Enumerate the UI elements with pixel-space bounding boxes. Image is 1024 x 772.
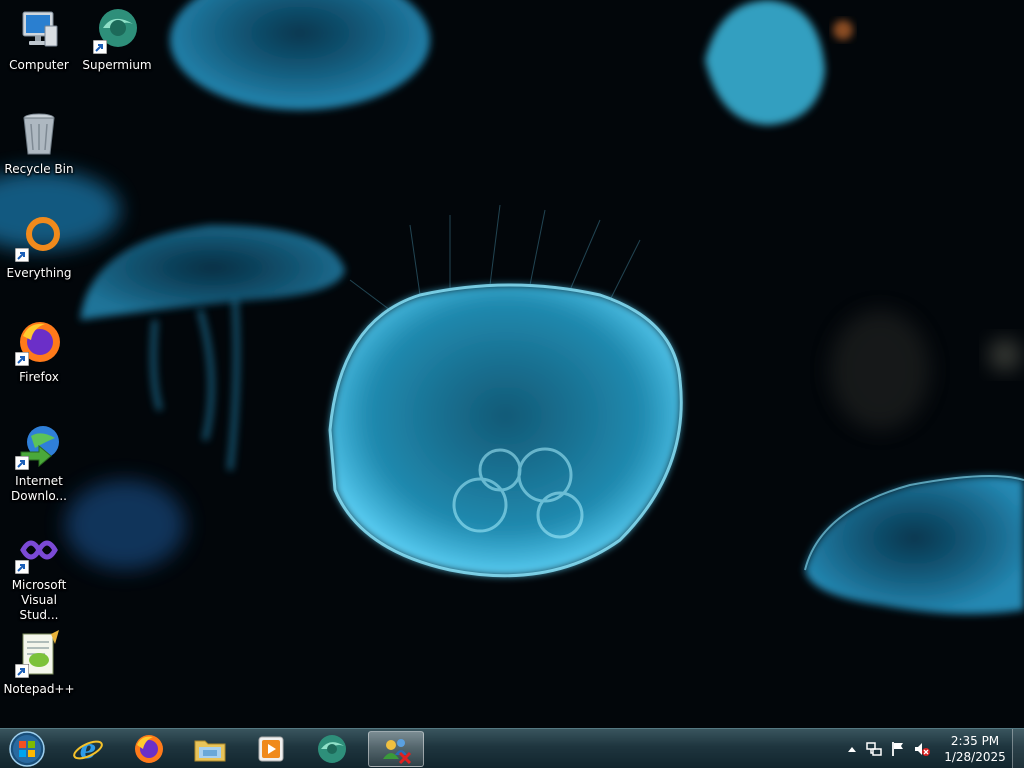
desktop-icon-label: Supermium: [82, 58, 152, 72]
network-users-icon: [383, 739, 412, 765]
shortcut-arrow-icon: [15, 560, 29, 574]
visual-studio-icon: [15, 526, 63, 574]
desktop-icon-supermium[interactable]: Supermium: [79, 6, 155, 73]
desktop-icon-label: Firefox: [19, 370, 59, 384]
firefox-icon: [135, 735, 163, 763]
network-icon[interactable]: [866, 741, 882, 757]
internet-explorer-icon: e: [73, 735, 103, 765]
shortcut-arrow-icon: [15, 456, 29, 470]
shortcut-arrow-icon: [15, 248, 29, 262]
desktop-icon-firefox[interactable]: Firefox: [1, 318, 77, 385]
desktop-icon-visual-studio[interactable]: Microsoft Visual Stud...: [1, 526, 77, 623]
desktop-icon-everything[interactable]: Everything: [1, 214, 77, 281]
notepad-plus-plus-icon: [15, 630, 63, 678]
taskbar-file-explorer[interactable]: [182, 731, 238, 767]
volume-muted-icon[interactable]: [914, 741, 930, 757]
desktop-icon-label: Everything: [6, 266, 72, 280]
desktop-icon-computer[interactable]: Computer: [1, 6, 77, 73]
shortcut-arrow-icon: [15, 664, 29, 678]
supermium-icon: [93, 6, 141, 54]
desktop-icon-label: Recycle Bin: [4, 162, 74, 176]
clock-time: 2:35 PM: [950, 734, 1000, 748]
everything-icon: [15, 214, 63, 262]
show-hidden-icons-chevron[interactable]: [844, 741, 860, 757]
taskbar-supermium[interactable]: [304, 731, 360, 767]
taskbar: e 2:35 PM 1/28/2025: [0, 728, 1024, 769]
start-orb-icon: [9, 731, 45, 767]
desktop[interactable]: Computer Supermium Recycle Bin Everythin…: [0, 0, 1024, 728]
desktop-icon-label: Internet Downlo...: [11, 474, 67, 503]
start-button[interactable]: [6, 730, 48, 768]
taskbar-media-player[interactable]: [243, 731, 299, 767]
internet-download-manager-icon: [15, 422, 63, 470]
recycle-bin-icon: [15, 110, 63, 158]
shortcut-arrow-icon: [93, 40, 107, 54]
supermium-icon: [318, 735, 346, 763]
media-player-icon: [258, 736, 284, 762]
taskbar-internet-explorer[interactable]: e: [60, 731, 116, 767]
desktop-icon-label: Notepad++: [3, 682, 75, 696]
taskbar-network-users-active[interactable]: [368, 731, 424, 767]
jellyfish-wallpaper: [0, 0, 1024, 614]
firefox-icon: [15, 318, 63, 366]
shortcut-arrow-icon: [15, 352, 29, 366]
taskbar-firefox[interactable]: [121, 731, 177, 767]
desktop-icon-internet-download-manager[interactable]: Internet Downlo...: [1, 422, 77, 504]
file-explorer-icon: [194, 740, 226, 762]
clock-date: 1/28/2025: [944, 750, 1006, 764]
taskbar-clock[interactable]: 2:35 PM 1/28/2025: [940, 733, 1010, 765]
computer-icon: [15, 6, 63, 54]
desktop-icon-label: Computer: [9, 58, 69, 72]
desktop-icon-label: Microsoft Visual Stud...: [11, 578, 67, 622]
desktop-icon-notepad-plus-plus[interactable]: Notepad++: [1, 630, 77, 697]
svg-text:e: e: [80, 735, 97, 765]
action-center-flag-icon[interactable]: [890, 741, 906, 757]
desktop-icon-recycle-bin[interactable]: Recycle Bin: [1, 110, 77, 177]
show-desktop-button[interactable]: [1012, 729, 1024, 769]
